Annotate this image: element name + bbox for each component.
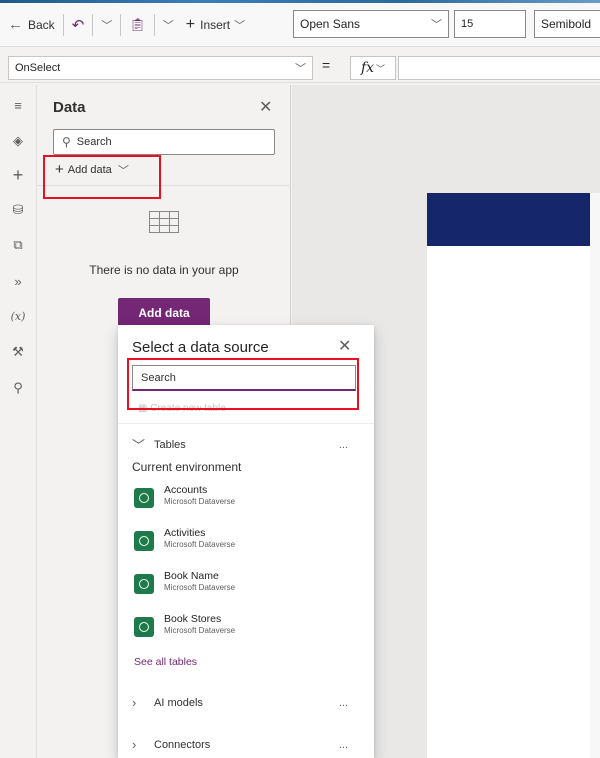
insert-button[interactable]: + Insert ﹀ (182, 10, 249, 40)
dataverse-icon (134, 531, 154, 551)
media-icon[interactable]: ⧉ (6, 233, 30, 257)
table-icon (149, 211, 179, 233)
data-source-name: Book Name (164, 570, 219, 582)
close-icon[interactable]: ✕ (259, 97, 272, 117)
data-icon[interactable]: ⛁ (6, 198, 30, 222)
toolbar-divider (92, 13, 94, 36)
data-source-name: Accounts (164, 484, 208, 496)
formula-input[interactable] (398, 56, 600, 80)
chevron-down-icon: ﹀ (234, 19, 246, 32)
toolbar-divider (62, 13, 64, 36)
ai-models-section-header[interactable]: › AI models ... (132, 695, 362, 710)
undo-icon: ↶ (71, 16, 85, 34)
formula-bar: OnSelect ﹀ = fx ﹀ (0, 51, 600, 83)
paste-dropdown[interactable]: ﹀ (159, 10, 178, 40)
more-options-icon[interactable]: ... (339, 439, 348, 451)
undo-button[interactable]: ↶ (68, 10, 89, 40)
plus-icon: + (185, 15, 196, 33)
equals-sign: = (322, 57, 331, 73)
insert-icon[interactable]: + (6, 163, 30, 187)
chevron-down-icon: ﹀ (101, 19, 113, 32)
back-button[interactable]: ← Back (4, 10, 59, 40)
data-source-item[interactable]: Book Name Microsoft Dataverse (134, 568, 354, 602)
data-source-provider: Microsoft Dataverse (164, 540, 236, 549)
data-source-provider: Microsoft Dataverse (164, 583, 236, 592)
left-rail: ≡ ◈ + ⛁ ⧉ » (x) ⚒ ⚲ (0, 85, 37, 758)
add-data-button[interactable]: Add data (118, 298, 210, 328)
tools-icon[interactable]: ⚒ (6, 340, 30, 364)
tables-section-header[interactable]: ﹀ Tables ... (132, 435, 362, 454)
dataverse-icon (134, 488, 154, 508)
back-label: Back (28, 17, 55, 32)
dataverse-icon (134, 617, 154, 637)
undo-dropdown[interactable]: ﹀ (97, 10, 116, 40)
environment-label: Current environment (132, 460, 242, 474)
data-source-name: Book Stores (164, 613, 222, 625)
chevron-right-icon: › (132, 695, 137, 710)
paste-button[interactable]: 📋︎ (125, 10, 150, 40)
property-value: OnSelect (15, 62, 61, 74)
empty-state-message: There is no data in your app (89, 263, 239, 277)
connectors-label: Connectors (154, 738, 211, 751)
highlight-box-add-data (43, 155, 161, 199)
chevron-down-icon: ﹀ (376, 64, 386, 75)
menu-icon[interactable]: ≡ (6, 93, 30, 117)
app-screen[interactable] (427, 193, 600, 758)
flyout-title: Select a data source (132, 339, 269, 356)
data-source-provider: Microsoft Dataverse (164, 497, 236, 506)
highlight-box-search (127, 358, 359, 410)
chevron-down-icon: ﹀ (295, 63, 306, 75)
chevron-down-icon: ﹀ (132, 438, 146, 453)
arrow-left-icon: ← (8, 16, 23, 33)
data-source-item[interactable]: Book Stores Microsoft Dataverse (134, 611, 354, 645)
search-icon[interactable]: ⚲ (6, 376, 30, 400)
insert-label: Insert (200, 17, 231, 32)
font-weight-value: Semibold (541, 17, 592, 31)
tables-label: Tables (154, 438, 186, 451)
property-dropdown[interactable]: OnSelect ﹀ (8, 56, 313, 80)
data-source-item[interactable]: Activities Microsoft Dataverse (134, 525, 354, 559)
canvas-scrollbar[interactable] (590, 193, 600, 758)
font-dropdown[interactable]: Open Sans ﹀ (293, 10, 449, 38)
font-value: Open Sans (300, 17, 361, 31)
data-source-provider: Microsoft Dataverse (164, 626, 236, 635)
chevron-down-icon: ﹀ (431, 19, 442, 31)
panel-search-input[interactable]: ⚲ Search (53, 129, 275, 155)
data-source-name: Activities (164, 527, 206, 539)
flyout-divider (118, 423, 374, 424)
variables-icon[interactable]: (x) (6, 304, 30, 328)
dataverse-icon (134, 574, 154, 594)
connectors-section-header[interactable]: › Connectors ... (132, 737, 362, 752)
power-automate-icon[interactable]: » (6, 269, 30, 293)
fx-icon: fx (360, 60, 375, 76)
font-size-input[interactable]: 15 (454, 10, 526, 38)
more-options-icon[interactable]: ... (339, 739, 348, 751)
toolbar-divider (120, 13, 122, 36)
font-weight-dropdown[interactable]: Semibold (534, 10, 600, 38)
data-source-item[interactable]: Accounts Microsoft Dataverse (134, 482, 354, 516)
see-all-tables-link[interactable]: See all tables (134, 656, 197, 668)
search-placeholder: Search (76, 136, 112, 148)
paste-icon: 📋︎ (129, 16, 146, 32)
ai-models-label: AI models (154, 696, 203, 709)
fx-button[interactable]: fx ﹀ (350, 56, 396, 80)
chevron-down-icon: ﹀ (162, 19, 174, 32)
font-size-value: 15 (461, 18, 474, 30)
more-options-icon[interactable]: ... (339, 697, 348, 709)
chevron-right-icon: › (132, 737, 137, 752)
panel-title: Data (53, 99, 86, 116)
layers-icon[interactable]: ◈ (6, 129, 30, 153)
screen-header-bar[interactable] (427, 193, 600, 246)
search-icon: ⚲ (62, 135, 71, 149)
toolbar-divider (153, 13, 155, 36)
close-icon[interactable]: ✕ (338, 336, 351, 356)
